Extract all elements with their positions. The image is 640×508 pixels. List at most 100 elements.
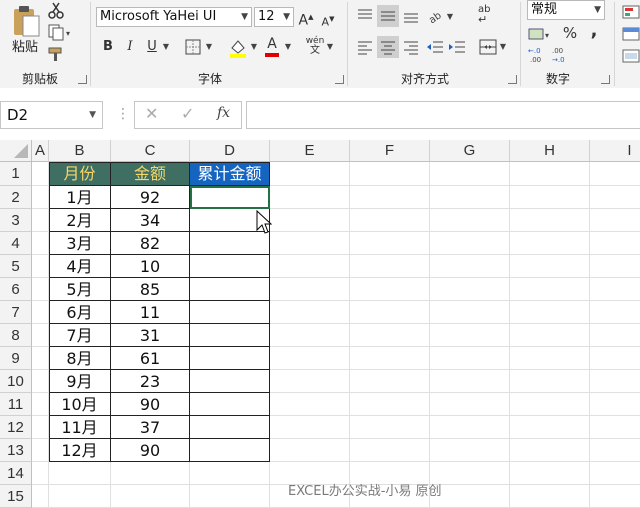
copy-icon[interactable]: ▾	[48, 24, 74, 42]
accounting-format-icon[interactable]: ▾	[528, 26, 550, 42]
grid-cell[interactable]	[430, 162, 510, 186]
grid-cell[interactable]	[32, 347, 49, 370]
grid-cell[interactable]	[590, 393, 640, 416]
grid-cell[interactable]	[590, 255, 640, 278]
row-header-12[interactable]: 12	[0, 416, 32, 439]
cell-styles-icon[interactable]	[622, 48, 640, 63]
row-header-13[interactable]: 13	[0, 439, 32, 462]
grid-cell[interactable]	[510, 255, 590, 278]
grid-cell[interactable]	[270, 393, 350, 416]
table-cell[interactable]: 10	[111, 255, 190, 278]
grid-cell[interactable]	[510, 370, 590, 393]
alignment-launcher-icon[interactable]	[508, 75, 517, 84]
grid-cell[interactable]	[430, 347, 510, 370]
table-cell[interactable]: 34	[111, 209, 190, 232]
grid-cell[interactable]	[49, 462, 111, 485]
grid-cell[interactable]	[32, 255, 49, 278]
conditional-format-icon[interactable]	[622, 4, 640, 19]
grid-cell[interactable]	[190, 485, 270, 508]
row-header-3[interactable]: 3	[0, 209, 32, 232]
grid-cell[interactable]	[430, 416, 510, 439]
table-cell[interactable]: 4月	[49, 255, 111, 278]
underline-button[interactable]: U	[144, 37, 160, 57]
column-header-c[interactable]: C	[111, 140, 190, 162]
grid-cell[interactable]	[111, 485, 190, 508]
grid-cell[interactable]	[350, 186, 430, 209]
grid-cell[interactable]	[32, 186, 49, 209]
column-header-h[interactable]: H	[510, 140, 590, 162]
grid-cell[interactable]	[590, 439, 640, 462]
column-header-d[interactable]: D	[190, 140, 270, 162]
grid-cell[interactable]	[590, 347, 640, 370]
grid-cell[interactable]	[590, 462, 640, 485]
row-header-2[interactable]: 2	[0, 186, 32, 209]
grid-cell[interactable]	[590, 301, 640, 324]
table-cell[interactable]: 11月	[49, 416, 111, 439]
formula-input[interactable]	[246, 101, 640, 129]
fill-color-icon[interactable]	[228, 38, 248, 58]
row-header-6[interactable]: 6	[0, 278, 32, 301]
table-cell[interactable]: 9月	[49, 370, 111, 393]
grid-cell[interactable]	[111, 462, 190, 485]
grid-cell[interactable]	[32, 324, 49, 347]
grid-cell[interactable]	[270, 186, 350, 209]
formula-bar-grip-icon[interactable]: ⋮	[116, 106, 130, 122]
grid-cell[interactable]	[270, 370, 350, 393]
grid-cell[interactable]	[590, 162, 640, 186]
chevron-down-icon[interactable]: ▼	[284, 37, 292, 57]
table-cell[interactable]: 92	[111, 186, 190, 209]
chevron-down-icon[interactable]: ▼	[499, 37, 507, 57]
grid-cell[interactable]	[590, 370, 640, 393]
column-header-b[interactable]: B	[49, 140, 111, 162]
grid-cell[interactable]	[350, 347, 430, 370]
clipboard-launcher-icon[interactable]	[78, 75, 87, 84]
wrap-text-button[interactable]: ab ↵	[478, 5, 498, 27]
table-header-cell[interactable]: 金额	[111, 162, 190, 186]
grid-cell[interactable]	[510, 232, 590, 255]
selected-cell-d2[interactable]	[190, 186, 270, 209]
grid-cell[interactable]	[350, 393, 430, 416]
grid-cell[interactable]	[510, 209, 590, 232]
middle-align-icon[interactable]	[377, 5, 399, 27]
table-cell[interactable]	[190, 278, 270, 301]
orientation-icon[interactable]: ab	[426, 6, 446, 26]
table-header-cell[interactable]: 月份	[49, 162, 111, 186]
grid-cell[interactable]	[350, 278, 430, 301]
grid-cell[interactable]	[590, 278, 640, 301]
grid-cell[interactable]	[430, 462, 510, 485]
grid-cell[interactable]	[510, 324, 590, 347]
table-cell[interactable]	[190, 370, 270, 393]
grid-cell[interactable]	[32, 278, 49, 301]
table-cell[interactable]: 10月	[49, 393, 111, 416]
table-cell[interactable]	[190, 301, 270, 324]
grid-cell[interactable]	[510, 439, 590, 462]
chevron-down-icon[interactable]: ▼	[326, 37, 334, 57]
grid-cell[interactable]	[49, 485, 111, 508]
grid-cell[interactable]	[32, 301, 49, 324]
grid-cell[interactable]	[590, 324, 640, 347]
table-cell[interactable]: 6月	[49, 301, 111, 324]
row-header-8[interactable]: 8	[0, 324, 32, 347]
grid-cell[interactable]	[510, 485, 590, 508]
font-color-button[interactable]: A	[264, 36, 280, 58]
chevron-down-icon[interactable]: ▼	[446, 7, 454, 27]
grid-cell[interactable]	[350, 370, 430, 393]
table-cell[interactable]: 31	[111, 324, 190, 347]
grid-cell[interactable]	[510, 393, 590, 416]
cancel-icon[interactable]: ✕	[145, 104, 158, 123]
italic-button[interactable]: I	[122, 37, 138, 57]
increase-decimal-icon[interactable]: ←.0.00	[528, 46, 546, 64]
paste-label[interactable]: 粘贴	[12, 36, 38, 55]
enter-icon[interactable]: ✓	[181, 104, 194, 123]
table-cell[interactable]: 82	[111, 232, 190, 255]
decrease-indent-icon[interactable]	[425, 37, 445, 57]
grid-cell[interactable]	[430, 278, 510, 301]
row-header-15[interactable]: 15	[0, 485, 32, 508]
font-size-select[interactable]: 12 ▼	[254, 7, 294, 27]
grid-cell[interactable]	[430, 232, 510, 255]
grid-cell[interactable]	[32, 439, 49, 462]
column-header-a[interactable]: A	[32, 140, 49, 162]
grid-cell[interactable]	[510, 347, 590, 370]
chevron-down-icon[interactable]: ▼	[162, 37, 170, 57]
grid-cell[interactable]	[430, 255, 510, 278]
